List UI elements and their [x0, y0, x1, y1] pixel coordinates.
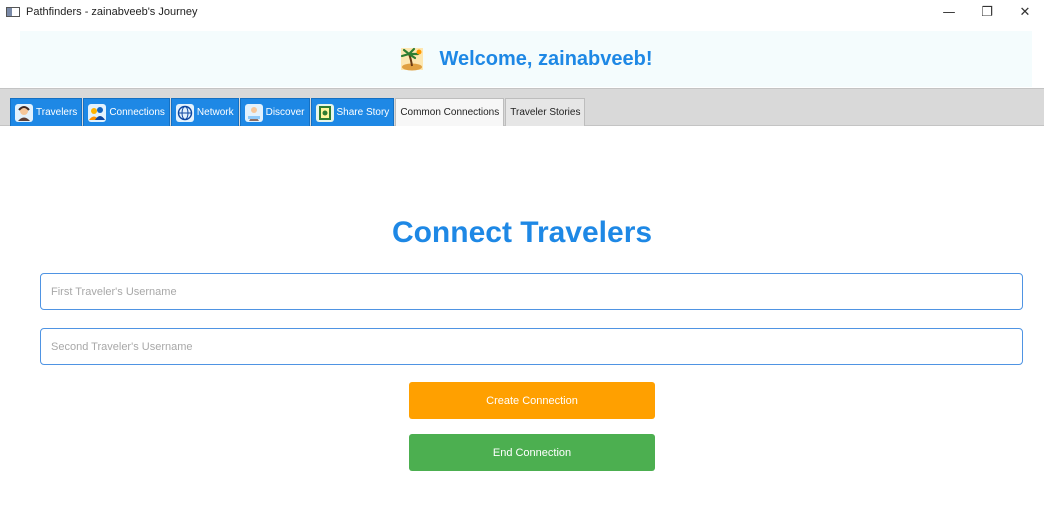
tab-label: Traveler Stories [510, 107, 581, 118]
tab-label: Common Connections [400, 107, 500, 118]
book-icon [315, 103, 334, 122]
minimize-button[interactable]: — [930, 0, 968, 24]
restore-button[interactable]: ❐ [968, 0, 1006, 24]
tab-travelers[interactable]: Travelers [10, 98, 83, 126]
welcome-header: Welcome, zainabveeb! [20, 31, 1032, 87]
end-connection-button[interactable]: End Connection [409, 434, 655, 471]
app-icon [6, 7, 20, 17]
tab-bar: Travelers Connections Network Discover S… [0, 88, 1044, 126]
tab-label: Connections [109, 107, 165, 118]
page-title: Connect Travelers [391, 216, 653, 249]
globe-icon [175, 103, 194, 122]
people-icon [88, 103, 107, 122]
second-traveler-username-input[interactable] [40, 328, 1023, 365]
first-traveler-username-input[interactable] [40, 273, 1023, 310]
tab-share-story[interactable]: Share Story [310, 98, 395, 126]
create-connection-button[interactable]: Create Connection [409, 382, 655, 419]
window-title: Pathfinders - zainabveeb's Journey [26, 6, 198, 18]
tab-label: Discover [265, 107, 305, 118]
tab-traveler-stories[interactable]: Traveler Stories [505, 98, 586, 126]
tab-common-connections[interactable]: Common Connections [395, 98, 505, 126]
palm-island-icon [401, 47, 424, 71]
close-button[interactable]: ✕ [1006, 0, 1044, 24]
tab-discover[interactable]: Discover [239, 98, 310, 126]
tab-label: Share Story [336, 107, 390, 118]
welcome-title: Welcome, zainabveeb! [439, 47, 653, 70]
window-controls: — ❐ ✕ [930, 0, 1044, 24]
explorer-icon [244, 103, 263, 122]
tab-connections[interactable]: Connections [83, 98, 170, 126]
tab-network[interactable]: Network [170, 98, 239, 126]
window-titlebar: Pathfinders - zainabveeb's Journey — ❐ ✕ [0, 0, 1044, 24]
tab-label: Travelers [36, 107, 78, 118]
tab-label: Network [196, 107, 234, 118]
traveler-icon [15, 103, 33, 122]
